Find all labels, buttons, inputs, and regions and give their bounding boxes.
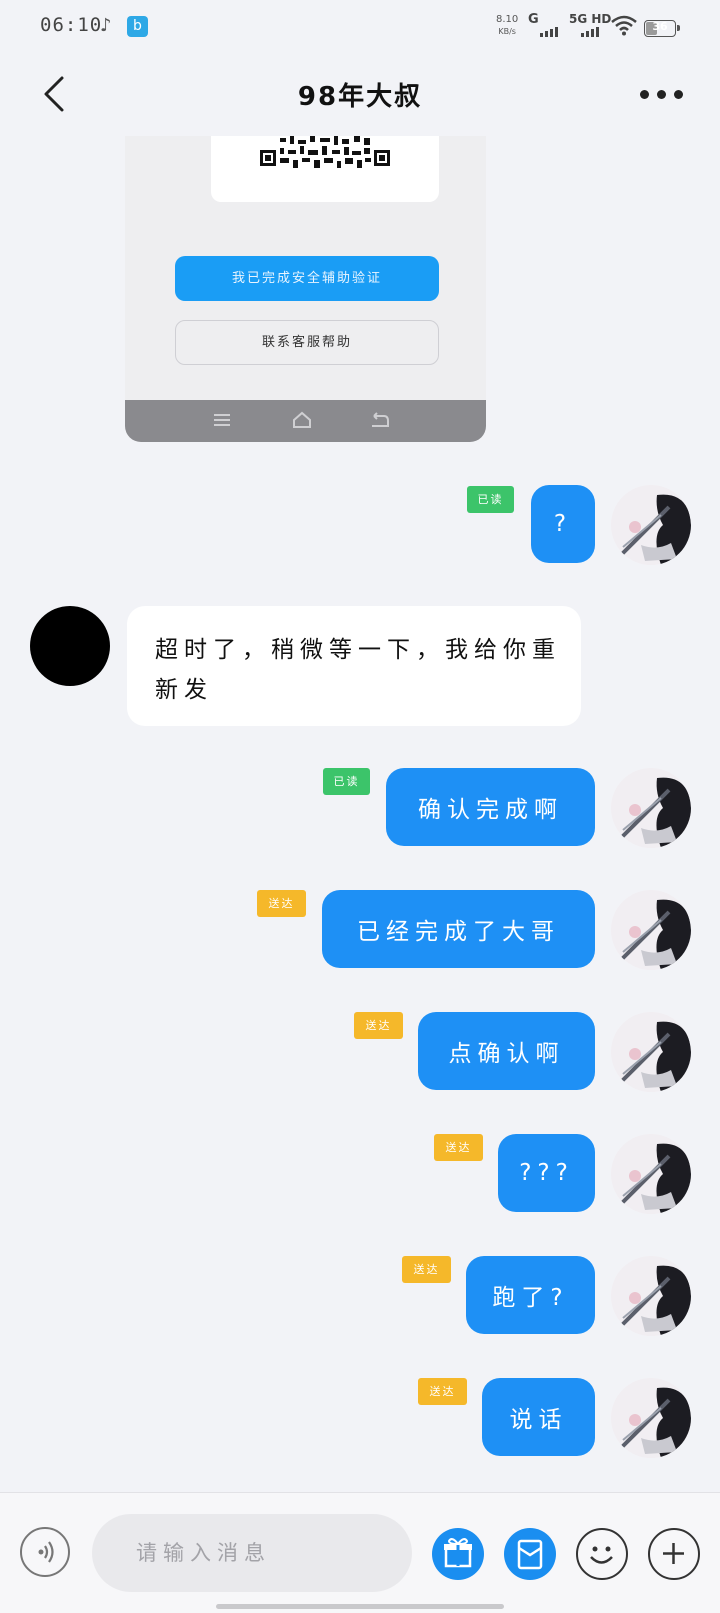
message-bubble-outgoing[interactable]: 点确认啊 bbox=[418, 1012, 595, 1090]
emoji-button[interactable] bbox=[576, 1528, 628, 1580]
notification-app-icon: b bbox=[127, 16, 148, 37]
music-note-icon: ♪ bbox=[100, 15, 112, 36]
return-icon bbox=[372, 412, 389, 427]
red-packet-button[interactable] bbox=[504, 1528, 556, 1580]
message-input[interactable] bbox=[92, 1514, 412, 1592]
page-title: 98年大叔 bbox=[297, 82, 423, 112]
smiley-icon bbox=[590, 1546, 613, 1564]
network-speed: 8.10 KB/s bbox=[496, 14, 519, 36]
signal-icon-2 bbox=[581, 27, 599, 37]
message-bubble-outgoing[interactable]: ??? bbox=[498, 1134, 595, 1212]
message-bubble-outgoing[interactable]: 已经完成了大哥 bbox=[322, 890, 595, 968]
shared-screenshot-image[interactable]: 我已完成安全辅助验证 联系客服帮助 bbox=[125, 136, 486, 442]
avatar[interactable] bbox=[611, 1378, 691, 1458]
delivered-status-badge: 送达 bbox=[257, 890, 306, 917]
delivered-status-badge: 送达 bbox=[418, 1378, 467, 1405]
signal-icon bbox=[540, 27, 558, 37]
avatar[interactable] bbox=[611, 1012, 691, 1092]
network-type-g: G bbox=[528, 12, 539, 27]
avatar[interactable] bbox=[611, 1134, 691, 1214]
avatar[interactable] bbox=[611, 768, 691, 848]
qr-card bbox=[211, 136, 439, 202]
gift-button[interactable] bbox=[432, 1528, 484, 1580]
avatar[interactable] bbox=[611, 1256, 691, 1336]
more-actions-button[interactable] bbox=[648, 1528, 700, 1580]
red-packet-icon bbox=[517, 1539, 543, 1570]
message-bubble-outgoing[interactable]: ? bbox=[531, 485, 595, 563]
avatar-image bbox=[611, 1256, 691, 1336]
contact-avatar[interactable] bbox=[30, 606, 110, 686]
avatar-image bbox=[611, 1134, 691, 1214]
battery-icon: 36 bbox=[644, 20, 680, 37]
delivered-status-badge: 送达 bbox=[354, 1012, 403, 1039]
home-indicator[interactable] bbox=[216, 1604, 504, 1609]
avatar[interactable] bbox=[611, 890, 691, 970]
status-time: 06:10 bbox=[40, 14, 103, 36]
more-options-icon[interactable] bbox=[640, 86, 690, 102]
avatar-image bbox=[611, 1378, 691, 1458]
menu-icon bbox=[214, 414, 230, 426]
avatar-image bbox=[611, 485, 691, 565]
qr-code-icon bbox=[260, 136, 390, 168]
wifi-icon bbox=[611, 15, 637, 36]
input-bar bbox=[0, 1492, 720, 1613]
delivered-status-badge: 送达 bbox=[434, 1134, 483, 1161]
network-type-5g: 5G HD bbox=[569, 12, 612, 26]
message-bubble-outgoing[interactable]: 跑了? bbox=[466, 1256, 595, 1334]
read-status-badge: 已读 bbox=[323, 768, 370, 795]
plus-icon bbox=[663, 1543, 684, 1564]
voice-input-button[interactable] bbox=[20, 1527, 70, 1577]
phone-nav-bar bbox=[125, 400, 486, 442]
gift-icon bbox=[444, 1538, 472, 1568]
message-bubble-outgoing[interactable]: 确认完成啊 bbox=[386, 768, 595, 846]
avatar-image bbox=[611, 768, 691, 848]
message-bubble-outgoing[interactable]: 说话 bbox=[482, 1378, 595, 1456]
avatar-image bbox=[611, 1012, 691, 1092]
avatar-image bbox=[611, 890, 691, 970]
home-icon bbox=[293, 411, 311, 428]
read-status-badge: 已读 bbox=[467, 486, 514, 513]
voice-icon bbox=[38, 1541, 54, 1563]
status-bar: 06:10 ♪ b 8.10 KB/s G 5G HD 36 bbox=[0, 0, 720, 56]
avatar[interactable] bbox=[611, 485, 691, 565]
delivered-status-badge: 送达 bbox=[402, 1256, 451, 1283]
chat-header: 98年大叔 bbox=[0, 56, 720, 136]
message-bubble-incoming[interactable]: 超时了，稍微等一下，我给你重新发 bbox=[127, 606, 581, 726]
verify-complete-button: 我已完成安全辅助验证 bbox=[175, 256, 439, 301]
contact-support-button: 联系客服帮助 bbox=[175, 320, 439, 365]
